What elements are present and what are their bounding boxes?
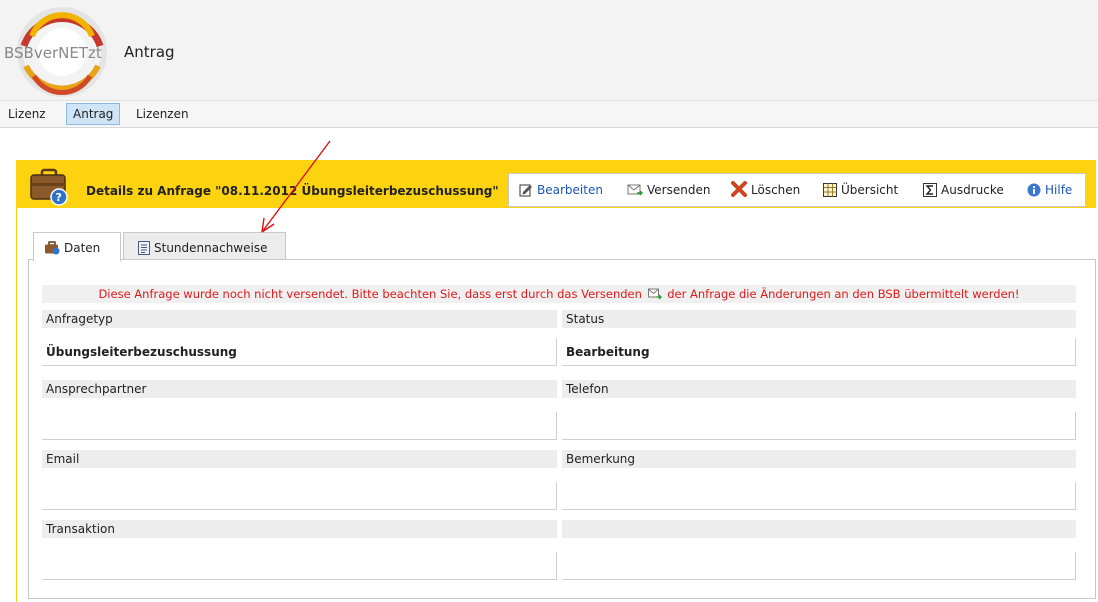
not-sent-warning: Diese Anfrage wurde noch nicht versendet… bbox=[42, 285, 1076, 303]
ansprechpartner-label: Ansprechpartner bbox=[42, 380, 557, 398]
edit-icon bbox=[519, 184, 532, 197]
app-header: BSBverNETzt Antrag bbox=[0, 0, 1098, 100]
action-toolbar: Bearbeiten Versenden Löschen Übersicht A… bbox=[508, 173, 1086, 207]
main-nav: Lizenz Antrag Lizenzen bbox=[0, 100, 1098, 128]
status-label: Status bbox=[562, 310, 1076, 328]
uebersicht-label: Übersicht bbox=[841, 183, 899, 197]
anfragetyp-label: Anfragetyp bbox=[42, 310, 557, 328]
info-icon bbox=[1027, 183, 1041, 197]
tab-daten-label: Daten bbox=[64, 241, 101, 255]
empty-value bbox=[562, 552, 1076, 580]
loeschen-label: Löschen bbox=[751, 183, 801, 197]
loeschen-button[interactable]: Löschen bbox=[731, 174, 800, 206]
hilfe-label: Hilfe bbox=[1045, 183, 1073, 197]
ausdrucke-label: Ausdrucke bbox=[941, 183, 1004, 197]
versenden-label: Versenden bbox=[647, 183, 711, 197]
content-border bbox=[16, 208, 17, 602]
tab-stundennachweise[interactable]: Stundennachweise bbox=[123, 232, 286, 262]
table-icon bbox=[823, 183, 837, 197]
telefon-value bbox=[562, 412, 1076, 440]
delete-icon bbox=[731, 181, 747, 197]
email-label: Email bbox=[42, 450, 557, 468]
nav-item-lizenz[interactable]: Lizenz bbox=[2, 104, 52, 124]
warning-text-1: Diese Anfrage wurde noch nicht versendet… bbox=[98, 287, 642, 301]
page-title: Antrag bbox=[124, 43, 175, 61]
status-value: Bearbeitung bbox=[562, 338, 1076, 366]
hilfe-button[interactable]: Hilfe bbox=[1027, 174, 1072, 206]
bemerkung-value bbox=[562, 482, 1076, 510]
send-mail-icon bbox=[647, 288, 662, 300]
uebersicht-button[interactable]: Übersicht bbox=[823, 174, 898, 206]
document-icon bbox=[138, 241, 150, 255]
tab-daten[interactable]: Daten bbox=[33, 232, 121, 262]
ansprechpartner-value bbox=[42, 412, 557, 440]
warning-text-2: der Anfrage die Änderungen an den BSB üb… bbox=[667, 287, 1020, 301]
briefcase-help-icon: ? bbox=[30, 168, 68, 206]
bemerkung-label: Bemerkung bbox=[562, 450, 1076, 468]
bearbeiten-button[interactable]: Bearbeiten bbox=[519, 174, 603, 206]
logo-text: BSBverNETzt bbox=[4, 44, 102, 62]
telefon-label: Telefon bbox=[562, 380, 1076, 398]
bearbeiten-label: Bearbeiten bbox=[537, 183, 603, 197]
ausdrucke-button[interactable]: Ausdrucke bbox=[923, 174, 1004, 206]
send-mail-icon bbox=[627, 184, 644, 196]
sigma-icon bbox=[923, 183, 937, 197]
versenden-button[interactable]: Versenden bbox=[627, 174, 710, 206]
svg-text:?: ? bbox=[56, 191, 62, 204]
details-title: Details zu Anfrage "08.11.2012 Übungslei… bbox=[86, 184, 499, 198]
nav-item-lizenzen[interactable]: Lizenzen bbox=[130, 104, 195, 124]
email-value bbox=[42, 482, 557, 510]
anfragetyp-value: Übungsleiterbezuschussung bbox=[42, 338, 557, 366]
bsb-logo: BSBverNETzt bbox=[4, 7, 107, 97]
transaktion-label: Transaktion bbox=[42, 520, 557, 538]
empty-label bbox=[562, 520, 1076, 538]
briefcase-small-icon bbox=[45, 241, 60, 255]
nav-item-antrag[interactable]: Antrag bbox=[66, 103, 121, 125]
tab-stundennachweise-label: Stundennachweise bbox=[154, 241, 268, 255]
transaktion-value bbox=[42, 552, 557, 580]
